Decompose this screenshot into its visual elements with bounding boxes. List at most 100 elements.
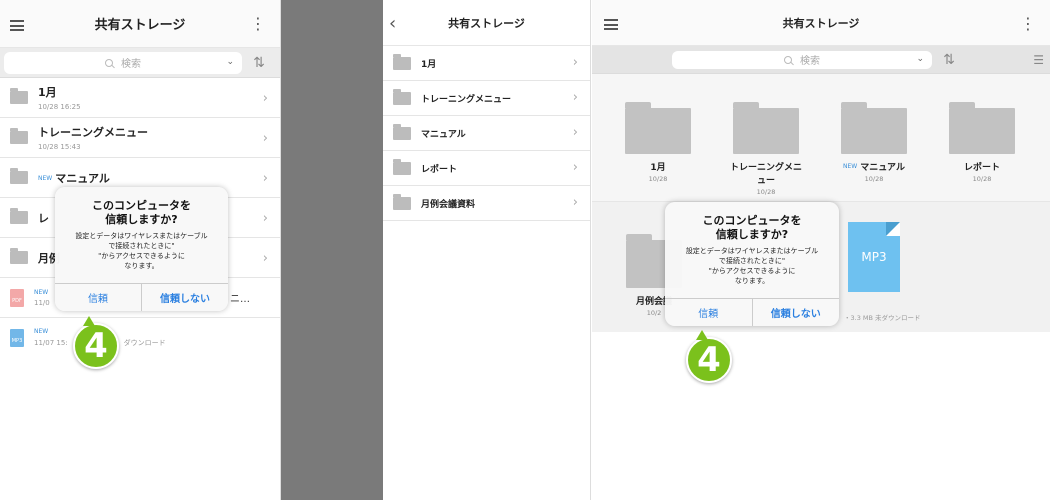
item-date: 10/28 15:43 (38, 143, 81, 151)
hamburger-menu-icon[interactable] (10, 20, 24, 31)
panel-divider (281, 0, 383, 500)
step-badge: 4 (686, 330, 732, 383)
list-item[interactable]: 1月 10/28 16:25 › (0, 78, 280, 118)
folder-icon (10, 168, 28, 184)
list-view-icon[interactable]: ☰ (1014, 53, 1044, 67)
list-item[interactable]: レポート › (383, 151, 590, 186)
search-icon (784, 55, 792, 64)
item-date: 11/0 (34, 298, 50, 307)
search-placeholder: 検索 (800, 56, 820, 67)
trust-computer-dialog: このコンピュータを 信頼しますか? 設定とデータはワイヤレスまたはケーブル で接続… (55, 187, 228, 311)
more-options-icon[interactable]: ⋮ (1020, 16, 1036, 32)
step-badge: 4 (73, 316, 119, 369)
item-name: NEW (34, 288, 49, 296)
chevron-right-icon: › (572, 55, 578, 70)
dialog-message: 設定とデータはワイヤレスまたはケーブル で接続されたときに" "からアクセスでき… (685, 247, 819, 285)
item-date: 10/28 (648, 175, 668, 183)
trust-button[interactable]: 信頼 (55, 284, 141, 311)
chevron-right-icon: › (572, 195, 578, 210)
search-placeholder: 検索 (121, 59, 141, 70)
file-meta: ・3.3 MB 未ダウンロード (844, 314, 921, 322)
item-name: レポート (421, 164, 458, 175)
chevron-right-icon: › (572, 90, 578, 105)
folder-icon (393, 88, 411, 105)
page-title: 共有ストレージ (448, 16, 525, 30)
item-name: レ (38, 211, 49, 225)
grid-folder[interactable]: レポート 10/28 (942, 102, 1022, 183)
item-name: トレーニングメニュー (38, 126, 148, 139)
chevron-right-icon: › (262, 251, 268, 266)
dialog-buttons: 信頼 信頼しない (55, 283, 228, 311)
folder-icon (733, 102, 799, 154)
folder-icon (10, 208, 28, 224)
item-name: 月例会議資料 (421, 199, 476, 210)
dont-trust-button[interactable]: 信頼しない (751, 299, 840, 326)
search-row: 検索 ⌄ ⇅ (0, 48, 280, 78)
chevron-down-icon[interactable]: ⌄ (916, 54, 924, 64)
grid-folder[interactable]: 1月 10/28 (618, 102, 698, 183)
panel-list-view: 共有ストレージ ⋮ 検索 ⌄ ⇅ 1月 10/28 16:25 › トレーニング… (0, 0, 281, 500)
new-badge: NEW (843, 163, 858, 170)
folder-icon (625, 102, 691, 154)
item-name: 1月 (38, 86, 57, 99)
sort-icon[interactable]: ⇅ (932, 52, 966, 68)
folder-icon (949, 102, 1015, 154)
folder-icon (10, 88, 28, 104)
item-name: マニュアル (421, 129, 466, 140)
list-item[interactable]: 1月 › (383, 46, 590, 81)
item-name-tail: ニ… (230, 294, 250, 305)
trust-button[interactable]: 信頼 (665, 299, 752, 326)
search-input[interactable]: 検索 ⌄ (672, 50, 932, 69)
page-title: 共有ストレージ (782, 16, 860, 30)
grid-folder[interactable]: トレーニングメニュー 10/28 (726, 102, 806, 196)
list-item[interactable]: 月例会議資料 › (383, 186, 590, 221)
dialog-buttons: 信頼 信頼しない (665, 298, 839, 326)
folder-icon (393, 123, 411, 140)
item-name: 1月 (650, 163, 666, 173)
chevron-right-icon: › (262, 91, 268, 106)
item-name-text: マニュアル (55, 171, 110, 185)
item-date: 10/28 (864, 175, 884, 183)
more-options-icon[interactable]: ⋮ (250, 16, 266, 32)
back-icon[interactable]: ‹ (389, 13, 396, 34)
item-name: 1月 (421, 59, 437, 70)
list-item[interactable]: MP3 NEW 11/07 15: ダウンロード (0, 318, 280, 358)
grid-folder[interactable]: NEW マニュアル 10/28 (834, 102, 914, 183)
item-date: 10/28 (972, 175, 992, 183)
chevron-right-icon: › (262, 211, 268, 226)
item-name: トレーニングメニュー (729, 163, 802, 186)
item-name: トレーニングメニュー (421, 94, 512, 105)
search-row: 検索 ⌄ ⇅ ☰ (592, 46, 1050, 74)
pdf-file-icon: PDF (10, 288, 24, 307)
item-name: NEW マニュアル (38, 170, 110, 186)
dialog-title: このコンピュータを 信頼しますか? (702, 214, 802, 241)
folder-icon (10, 248, 28, 264)
top-bar: ‹ 共有ストレージ (383, 0, 590, 46)
folder-icon (841, 102, 907, 154)
list-item[interactable]: マニュアル › (383, 116, 590, 151)
dont-trust-button[interactable]: 信頼しない (141, 284, 228, 311)
panel-folder-list: ‹ 共有ストレージ 1月 › トレーニングメニュー › マニュアル › レポート… (383, 0, 591, 500)
top-bar: 共有ストレージ ⋮ (0, 0, 280, 48)
sort-icon[interactable]: ⇅ (242, 55, 276, 71)
mp3-file-icon: MP3 (10, 329, 24, 347)
list-item[interactable]: トレーニングメニュー › (383, 81, 590, 116)
folder-icon (10, 128, 28, 144)
hamburger-menu-icon[interactable] (604, 19, 618, 30)
dialog-title: このコンピュータを 信頼しますか? (92, 199, 191, 226)
top-bar: 共有ストレージ ⋮ (592, 0, 1050, 46)
search-input[interactable]: 検索 ⌄ (4, 51, 242, 74)
dialog-message: 設定とデータはワイヤレスまたはケーブル で接続されたときに" "からアクセスでき… (75, 232, 208, 270)
list-item[interactable]: トレーニングメニュー 10/28 15:43 › (0, 118, 280, 158)
chevron-down-icon[interactable]: ⌄ (226, 57, 234, 67)
new-badge: NEW (38, 174, 53, 182)
folder-grid-row: 1月 10/28 トレーニングメニュー 10/28 NEW マニュアル 10/28… (592, 74, 1050, 202)
item-date: 10/28 (756, 188, 776, 196)
mp3-file-icon[interactable]: MP3 (848, 222, 900, 292)
item-name: レポート (963, 163, 1000, 173)
folder-icon (393, 53, 411, 70)
item-name: NEW マニュアル (843, 163, 905, 173)
chevron-right-icon: › (262, 131, 268, 146)
search-icon (105, 58, 113, 67)
trust-computer-dialog: このコンピュータを 信頼しますか? 設定とデータはワイヤレスまたはケーブル で接続… (665, 202, 839, 326)
